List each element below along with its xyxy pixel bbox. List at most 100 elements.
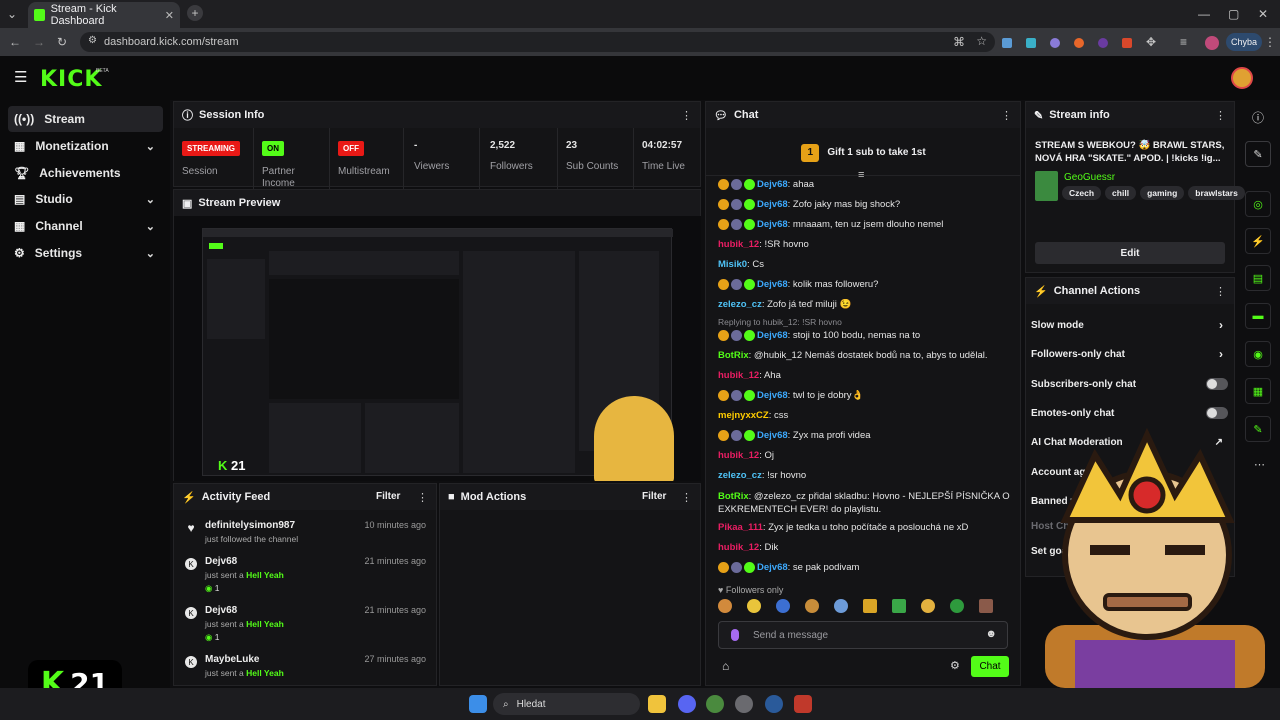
activity-username[interactable]: Dejv68 <box>205 605 237 616</box>
action-subscribers-only[interactable]: Subscribers-only chat <box>1031 378 1231 390</box>
kick-logo[interactable]: KICK <box>40 67 102 92</box>
send-chat-button[interactable]: Chat <box>971 656 1009 677</box>
chat-username[interactable]: Dejv68 <box>757 330 788 341</box>
stream-preview-video[interactable]: K 21 <box>174 216 701 481</box>
tab-list-chevron-icon[interactable]: ⌄ <box>7 8 17 20</box>
activity-username[interactable]: definitelysimon987 <box>205 520 295 531</box>
media-control-icon[interactable]: ≡ <box>1180 36 1187 48</box>
browser-tab[interactable]: Stream - Kick Dashboard ✕ <box>28 2 180 28</box>
tag-chip[interactable]: Czech <box>1062 186 1102 200</box>
site-info-icon[interactable]: ⚙ <box>88 36 97 46</box>
chat-username[interactable]: Pikaa_111 <box>718 522 763 533</box>
tag-chip[interactable]: gaming <box>1140 186 1185 200</box>
file-explorer-icon[interactable] <box>648 695 666 713</box>
chat-username[interactable]: Dejv68 <box>757 279 788 290</box>
rail-camera-button[interactable]: ◎ <box>1245 191 1271 217</box>
sidebar-item-studio[interactable]: ▤ Studio ⌄ <box>8 186 163 212</box>
forward-icon[interactable]: → <box>33 36 45 48</box>
emote-icon[interactable] <box>747 599 761 613</box>
reload-icon[interactable]: ↻ <box>57 36 67 48</box>
chat-username[interactable]: mejnyxxCZ <box>718 410 769 421</box>
maximize-icon[interactable]: ▢ <box>1228 8 1239 20</box>
profile-error-chip[interactable]: Chyba <box>1226 33 1262 51</box>
action-slow-mode[interactable]: Slow mode › <box>1031 318 1231 332</box>
chat-settings-gear-icon[interactable]: ⚙ <box>950 661 960 672</box>
bookmark-star-icon[interactable]: ☆ <box>976 35 987 47</box>
windows-start-icon[interactable] <box>469 695 487 713</box>
taskbar-search[interactable]: ⌕ Hledat <box>493 693 640 715</box>
back-icon[interactable]: ← <box>9 36 21 48</box>
hamburger-menu-icon[interactable]: ☰ <box>14 70 27 85</box>
sidebar-item-achievements[interactable]: 🏆︎ Achievements <box>8 160 163 186</box>
chat-username[interactable]: hubik_12 <box>718 239 759 250</box>
app-icon[interactable] <box>794 695 812 713</box>
sidebar-item-monetization[interactable]: ▦ Monetization ⌄ <box>8 133 163 159</box>
sidebar-item-settings[interactable]: ⚙ Settings ⌄ <box>8 240 163 266</box>
category-name[interactable]: GeoGuessr <box>1064 172 1115 183</box>
chat-username[interactable]: Dejv68 <box>757 219 788 230</box>
extensions-puzzle-icon[interactable]: ✥ <box>1146 36 1156 48</box>
emote-icon[interactable] <box>979 599 993 613</box>
filter-button[interactable]: Filter <box>642 491 666 502</box>
sidebar-item-stream[interactable]: ((•)) Stream <box>8 106 163 132</box>
chat-username[interactable]: zelezo_cz <box>718 299 762 310</box>
kebab-menu-icon[interactable]: ⋮ <box>417 491 428 504</box>
extension-icon[interactable] <box>1002 38 1012 48</box>
kebab-menu-icon[interactable]: ⋮ <box>1001 109 1012 122</box>
kebab-menu-icon[interactable]: ⋮ <box>1215 109 1226 122</box>
emote-icon[interactable] <box>863 599 877 613</box>
emote-icon[interactable] <box>718 599 732 613</box>
info-icon[interactable]: ⓘ <box>1252 112 1264 124</box>
kebab-menu-icon[interactable]: ⋮ <box>1215 285 1226 298</box>
extension-icon[interactable] <box>1098 38 1108 48</box>
discord-icon[interactable] <box>678 695 696 713</box>
tag-chip[interactable]: chill <box>1105 186 1137 200</box>
chrome-icon[interactable] <box>706 695 724 713</box>
chat-username[interactable]: hubik_12 <box>718 542 759 553</box>
chat-username[interactable]: hubik_12 <box>718 370 759 381</box>
chat-username[interactable]: BotRix <box>718 350 749 361</box>
extension-icon[interactable] <box>1050 38 1060 48</box>
emote-icon[interactable] <box>776 599 790 613</box>
chat-username[interactable]: hubik_12 <box>718 450 759 461</box>
filter-button[interactable]: Filter <box>376 491 400 502</box>
translate-icon[interactable]: ⌘ <box>953 36 965 48</box>
activity-username[interactable]: MaybeLuke <box>205 654 259 665</box>
category-thumbnail[interactable] <box>1035 171 1058 201</box>
steam-icon[interactable] <box>765 695 783 713</box>
chat-username[interactable]: BotRix <box>718 491 749 502</box>
rail-lightning-button[interactable]: ⚡ <box>1245 228 1271 254</box>
profile-avatar-icon[interactable] <box>1205 36 1219 50</box>
activity-username[interactable]: Dejv68 <box>205 556 237 567</box>
chat-username[interactable]: Dejv68 <box>757 179 788 190</box>
chat-username[interactable]: Dejv68 <box>757 430 788 441</box>
chat-username[interactable]: Misik0 <box>718 259 747 270</box>
subscribers-only-toggle[interactable] <box>1206 378 1228 390</box>
chat-username[interactable]: zelezo_cz <box>718 470 762 481</box>
app-icon[interactable] <box>735 695 753 713</box>
microphone-icon[interactable] <box>731 629 739 641</box>
rail-clipboard-button[interactable]: ▤ <box>1245 265 1271 291</box>
emote-icon[interactable] <box>892 599 906 613</box>
kebab-menu-icon[interactable]: ⋮ <box>681 109 692 122</box>
close-tab-icon[interactable]: ✕ <box>165 9 174 22</box>
rail-chat-button[interactable]: ▬ <box>1245 303 1271 329</box>
rail-broadcast-button[interactable]: ◉ <box>1245 341 1271 367</box>
url-bar[interactable]: ⚙ dashboard.kick.com/stream ⌘ ☆ <box>80 32 995 52</box>
action-followers-only[interactable]: Followers-only chat › <box>1031 347 1231 361</box>
emote-icon[interactable] <box>921 599 935 613</box>
minimize-icon[interactable]: — <box>1198 8 1210 20</box>
tag-chip[interactable]: brawlstars <box>1188 186 1245 200</box>
emote-icon[interactable] <box>834 599 848 613</box>
chat-input[interactable]: Send a message ☻ <box>718 621 1008 649</box>
emoji-icon[interactable]: ☻ <box>985 629 997 640</box>
chat-username[interactable]: Dejv68 <box>757 390 788 401</box>
browser-menu-icon[interactable]: ⋮ <box>1264 36 1276 48</box>
sidebar-item-channel[interactable]: ▦ Channel ⌄ <box>8 213 163 239</box>
action-emotes-only[interactable]: Emotes-only chat <box>1031 407 1231 419</box>
rail-edit-button[interactable]: ✎ <box>1245 141 1271 167</box>
extension-icon[interactable] <box>1122 38 1132 48</box>
kebab-menu-icon[interactable]: ⋮ <box>681 491 692 504</box>
user-avatar[interactable] <box>1231 67 1253 89</box>
store-icon[interactable]: ⌂ <box>722 660 729 672</box>
